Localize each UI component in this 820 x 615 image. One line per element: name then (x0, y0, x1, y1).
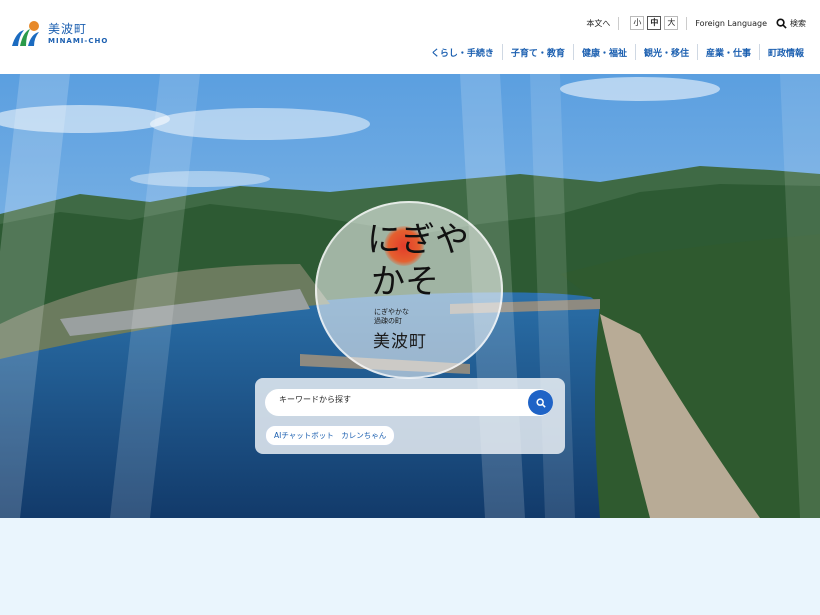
keyword-search-input[interactable] (279, 395, 519, 404)
site-header: 美波町 MINAMI-CHO 本文へ 小 中 大 Foreign Languag… (0, 0, 820, 74)
nav-item-childcare[interactable]: 子育て・教育 (503, 46, 573, 59)
nav-item-health[interactable]: 健康・福祉 (574, 46, 635, 59)
font-size-small-button[interactable]: 小 (630, 16, 645, 30)
logo-name-en: MINAMI-CHO (48, 37, 109, 45)
town-emblem: にぎや かそ にぎやかな 過疎の町 美波町 (315, 201, 503, 379)
logo-mark-icon (12, 21, 39, 46)
search-box (265, 389, 553, 416)
catchphrase-sub-line1: にぎやかな (374, 308, 409, 316)
utility-bar: 本文へ 小 中 大 Foreign Language 検索 (586, 16, 806, 30)
font-size-medium-button[interactable]: 中 (647, 16, 662, 30)
emblem-town-name: 美波町 (373, 332, 427, 352)
global-nav: くらし・手続き 子育て・教育 健康・福祉 観光・移住 産業・仕事 町政情報 (423, 44, 806, 60)
keyword-search-button[interactable] (528, 390, 553, 415)
skip-to-content-link[interactable]: 本文へ (586, 18, 610, 29)
logo-name-jp: 美波町 (48, 22, 88, 36)
hero-section: にぎや かそ にぎやかな 過疎の町 美波町 AIチャットボット カレンちゃん (0, 74, 820, 518)
nav-item-industry[interactable]: 産業・仕事 (698, 46, 759, 59)
header-search-label: 検索 (790, 18, 806, 28)
search-icon (535, 397, 546, 408)
site-logo[interactable]: 美波町 MINAMI-CHO (10, 20, 108, 48)
nav-item-living[interactable]: くらし・手続き (423, 46, 502, 59)
keyword-search-panel: AIチャットボット カレンちゃん (255, 378, 565, 454)
divider (686, 16, 688, 30)
search-icon (776, 17, 787, 29)
catchphrase-sub-line2: 過疎の町 (374, 317, 402, 325)
header-search-link[interactable]: 検索 (776, 17, 806, 29)
catchphrase-line2: かそ (371, 262, 439, 302)
foreign-language-link[interactable]: Foreign Language (695, 19, 767, 28)
catchphrase-sub: にぎやかな 過疎の町 (374, 308, 420, 326)
font-size-large-button[interactable]: 大 (664, 16, 679, 30)
divider (618, 16, 620, 30)
catchphrase-line1: にぎや (367, 220, 469, 260)
nav-item-government[interactable]: 町政情報 (760, 46, 806, 59)
nav-item-tourism[interactable]: 観光・移住 (636, 46, 697, 59)
ai-chatbot-button[interactable]: AIチャットボット カレンちゃん (265, 425, 396, 446)
